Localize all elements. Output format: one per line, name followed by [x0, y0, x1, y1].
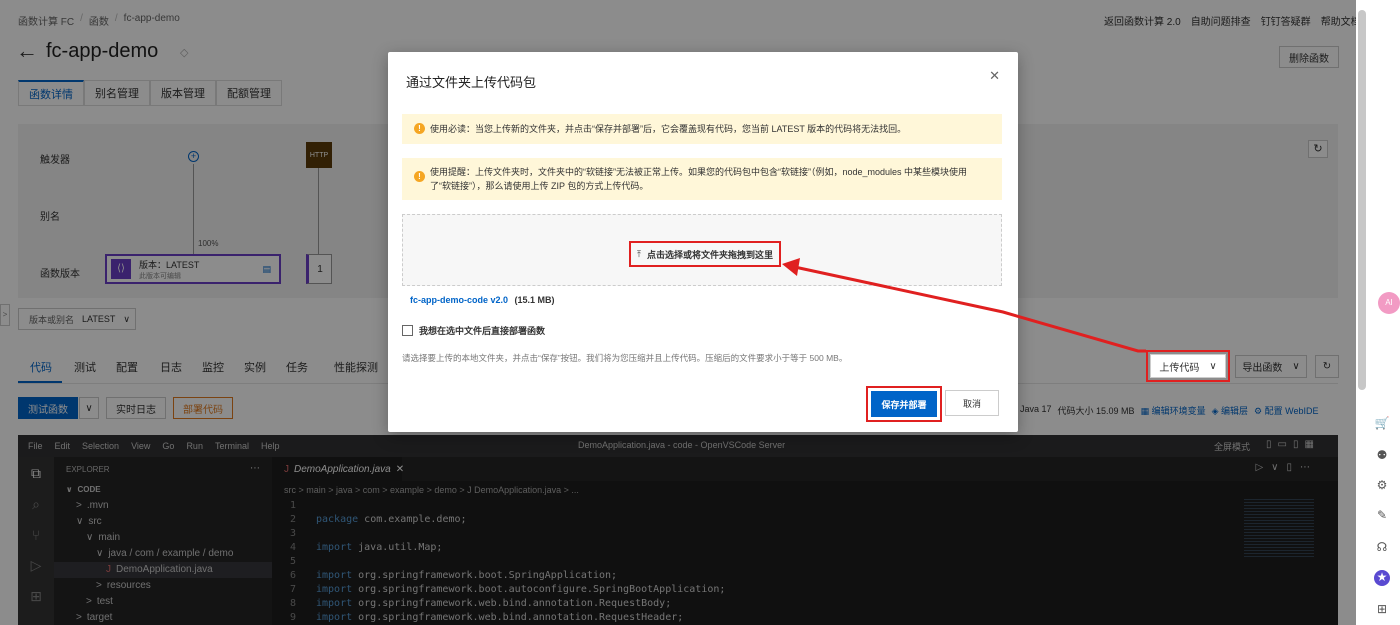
upload-folder-dialog: 通过文件夹上传代码包 ✕ ! 使用必读：当您上传新的文件夹，并点击“保存并部署”…	[388, 52, 1018, 432]
cancel-button[interactable]: 取消	[945, 390, 999, 416]
cancel-label: 取消	[962, 398, 981, 409]
save-deploy-button[interactable]: 保存并部署	[871, 391, 937, 417]
deploy-checkbox[interactable]	[402, 325, 413, 336]
close-icon[interactable]: ✕	[989, 68, 1000, 84]
grid-icon[interactable]: ⊞	[1374, 602, 1390, 618]
warning-icon: !	[414, 171, 425, 182]
deploy-checkbox-label: 我想在选中文件后直接部署函数	[419, 326, 546, 336]
scrollbar[interactable]	[1358, 10, 1366, 390]
save-deploy-label: 保存并部署	[881, 399, 927, 410]
warning-icon: !	[414, 123, 425, 134]
selected-file: fc-app-demo-code v2.0 (15.1 MB)	[410, 295, 555, 305]
dialog-title: 通过文件夹上传代码包	[406, 75, 537, 90]
upload-highlight-box	[1146, 350, 1230, 382]
dropzone-highlight: ⤒ 点击选择或将文件夹拖拽到这里	[629, 241, 781, 267]
gear-icon[interactable]: ⚙	[1374, 478, 1390, 494]
reminder-text: 使用提醒：上传文件夹时，文件夹中的“软链接”无法被正常上传。如果您的代码包中包含…	[430, 167, 968, 191]
star-icon[interactable]: ★	[1374, 570, 1390, 586]
edit-icon[interactable]: ✎	[1374, 508, 1390, 524]
dropzone-text: 点击选择或将文件夹拖拽到这里	[646, 249, 773, 260]
reminder-notice: ! 使用提醒：上传文件夹时，文件夹中的“软链接”无法被正常上传。如果您的代码包中…	[402, 158, 1002, 200]
assistant-avatar-icon[interactable]: AI	[1378, 292, 1400, 314]
upload-icon: ⤒	[637, 248, 641, 259]
upload-hint: 请选择要上传的本地文件夹，并点击“保存”按钮。我们将为您压缩并且上传代码。压缩后…	[402, 353, 848, 363]
file-name[interactable]: fc-app-demo-code v2.0	[410, 295, 508, 305]
folder-dropzone[interactable]: ⤒ 点击选择或将文件夹拖拽到这里	[402, 214, 1002, 286]
warning-notice: ! 使用必读：当您上传新的文件夹，并点击“保存并部署”后，它会覆盖现有代码，您当…	[402, 114, 1002, 144]
deploy-checkbox-row[interactable]: 我想在选中文件后直接部署函数	[402, 324, 545, 337]
warning-text: 使用必读：当您上传新的文件夹，并点击“保存并部署”后，它会覆盖现有代码，您当前 …	[430, 124, 907, 134]
headset-icon[interactable]: ☊	[1374, 540, 1390, 556]
right-sidebar: AI 🛒 ⚉ ⚙ ✎ ☊ ★ ⊞	[1356, 0, 1400, 625]
bug-icon[interactable]: ⚉	[1374, 448, 1390, 464]
file-size: (15.1 MB)	[514, 295, 555, 305]
cart-icon[interactable]: 🛒	[1374, 416, 1390, 432]
